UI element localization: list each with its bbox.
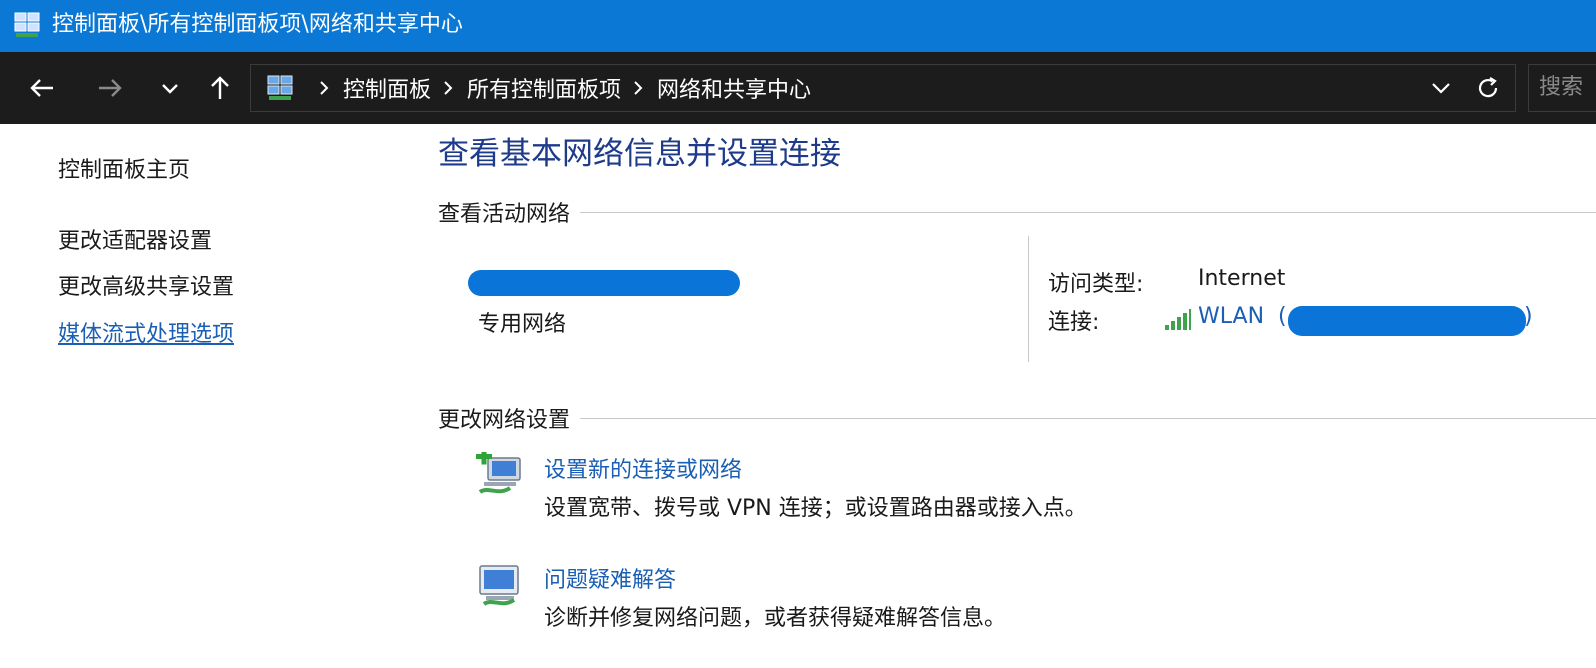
left-pane: 控制面板主页 更改适配器设置 更改高级共享设置 媒体流式处理选项	[0, 124, 420, 668]
wifi-signal-icon	[1165, 309, 1191, 330]
breadcrumb: 控制面板 所有控制面板项 网络和共享中心	[307, 65, 811, 111]
network-type: 专用网络	[478, 312, 567, 337]
divider	[580, 417, 1596, 419]
troubleshoot-link[interactable]: 问题疑难解答	[544, 562, 676, 594]
address-bar[interactable]: 控制面板 所有控制面板项 网络和共享中心	[250, 64, 1516, 112]
recent-locations-button[interactable]	[150, 70, 190, 106]
chevron-down-icon[interactable]	[1429, 77, 1453, 99]
divider	[580, 211, 1596, 213]
active-networks-heading: 查看活动网络	[438, 196, 1596, 228]
change-settings-heading-text: 更改网络设置	[438, 408, 571, 433]
connection-label: 连接:	[1048, 310, 1100, 335]
access-type-value: Internet	[1198, 266, 1286, 291]
sidebar-item-advanced-sharing[interactable]: 更改高级共享设置	[58, 269, 234, 301]
search-input[interactable]: 搜索	[1528, 64, 1596, 112]
navigation-bar: 控制面板 所有控制面板项 网络和共享中心 搜索	[0, 52, 1596, 124]
breadcrumb-item-network-center[interactable]: 网络和共享中心	[657, 72, 811, 104]
sidebar-item-media-streaming[interactable]: 媒体流式处理选项	[58, 316, 234, 348]
network-center-icon	[14, 12, 40, 37]
redacted-network-name	[468, 270, 740, 296]
page-title: 查看基本网络信息并设置连接	[438, 136, 841, 172]
chevron-right-icon[interactable]	[633, 80, 645, 96]
active-network-panel: 专用网络 访问类型: Internet 连接: WLAN ( )	[438, 234, 1596, 364]
breadcrumb-item-control-panel[interactable]: 控制面板	[343, 72, 431, 104]
task-troubleshoot: 问题疑难解答 诊断并修复网络问题，或者获得疑难解答信息。	[474, 562, 1574, 642]
chevron-down-icon	[162, 84, 178, 94]
sidebar-item-control-panel-home[interactable]: 控制面板主页	[58, 152, 190, 184]
task-new-connection: 设置新的连接或网络 设置宽带、拨号或 VPN 连接；或设置路由器或接入点。	[474, 452, 1574, 532]
up-button[interactable]	[200, 70, 240, 106]
breadcrumb-item-all-items[interactable]: 所有控制面板项	[467, 72, 621, 104]
back-button[interactable]	[22, 70, 62, 106]
arrow-left-icon	[30, 79, 53, 97]
main-content: 查看基本网络信息并设置连接 查看活动网络 专用网络 访问类型: Internet…	[438, 124, 1596, 668]
wlan-connection-link[interactable]: WLAN	[1198, 304, 1264, 329]
arrow-up-icon	[211, 76, 229, 99]
vertical-divider	[1028, 236, 1029, 362]
new-connection-link[interactable]: 设置新的连接或网络	[544, 452, 742, 484]
paren-close: )	[1524, 304, 1533, 329]
arrow-right-icon	[99, 79, 122, 97]
forward-button[interactable]	[90, 70, 130, 106]
chevron-right-icon[interactable]	[443, 80, 455, 96]
chevron-right-icon[interactable]	[319, 80, 331, 96]
network-center-icon	[267, 75, 293, 100]
redacted-ssid	[1288, 306, 1526, 336]
access-type-label: 访问类型:	[1048, 272, 1144, 297]
refresh-icon[interactable]	[1475, 75, 1501, 101]
title-bar: 控制面板\所有控制面板项\网络和共享中心	[0, 0, 1596, 52]
new-connection-icon	[476, 452, 521, 494]
new-connection-description: 设置宽带、拨号或 VPN 连接；或设置路由器或接入点。	[544, 496, 1087, 521]
change-settings-heading: 更改网络设置	[438, 402, 1596, 434]
active-networks-heading-text: 查看活动网络	[438, 202, 571, 227]
paren-open: (	[1278, 304, 1287, 329]
window-title: 控制面板\所有控制面板项\网络和共享中心	[52, 12, 463, 37]
troubleshoot-description: 诊断并修复网络问题，或者获得疑难解答信息。	[544, 606, 1007, 631]
troubleshoot-icon	[479, 565, 519, 606]
sidebar-item-adapter-settings[interactable]: 更改适配器设置	[58, 223, 212, 255]
